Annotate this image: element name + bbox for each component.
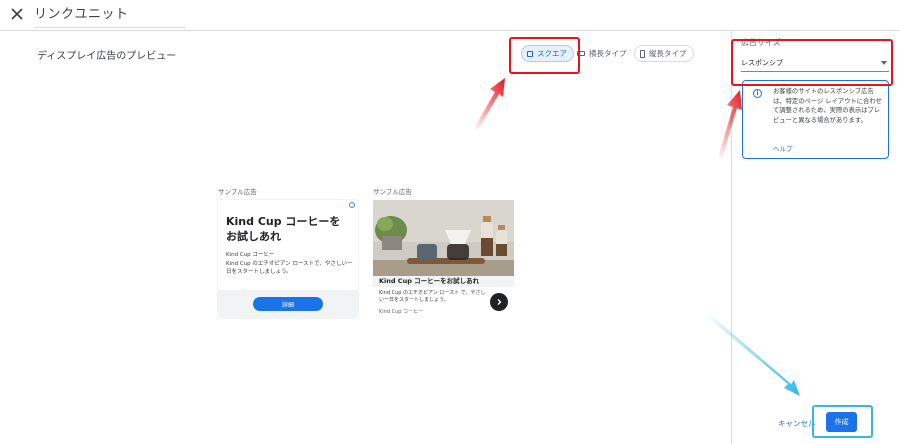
info-text: お客様のサイトのレスポンシブ広告は、特定のページ レイアウトに合わせて調整される… [773,88,882,124]
ad-details-button[interactable]: 詳細 [253,297,323,311]
arrow-icon [474,78,505,130]
ad-size-value: レスポンシブ [741,59,783,67]
type-vertical-label: 縦長タイプ [649,49,687,58]
create-button[interactable]: 作成 [826,412,857,432]
vertical-rect-icon [640,49,645,58]
ad-footer: 詳細 [218,290,358,318]
type-horizontal-button[interactable]: 横長タイプ [575,45,633,62]
ad-headline: Kind Cup コーヒーをお試しあれ [373,276,514,287]
preview-title: ディスプレイ広告のプレビュー [37,51,177,62]
ad-caption: サンプル広告 [373,188,412,196]
adchoices-icon[interactable]: i [349,202,355,208]
ad-brand: Kind Cup コーヒー [379,309,424,315]
square-icon [527,50,533,57]
cancel-button[interactable]: キャンセル [778,418,816,429]
ad-size-select[interactable]: レスポンシブ [741,54,889,72]
ad-description: Kind Cup のエチオピアン ロースト で、やさしい一日をスタートしましょう… [379,290,486,303]
chevron-right-icon[interactable] [490,293,508,311]
title-field[interactable]: リンクユニット [34,3,186,28]
ad-caption: サンプル広告 [218,188,257,196]
type-horizontal-label: 横長タイプ [589,49,627,58]
close-icon[interactable] [9,6,25,22]
image-ad-preview: Kind Cup コーヒーをお試しあれ Kind Cup のエチオピアン ロース… [373,200,514,318]
type-square-label: スクエア [537,49,567,58]
help-link[interactable]: ヘルプ [773,143,793,153]
ad-brand: Kind Cup コーヒー [226,252,275,258]
ad-size-label: 広告サイズ [741,38,781,47]
ad-description: Kind Cup のエチオピアン ローストで、やさしい一日をスタートしましょう。 [226,261,353,275]
caret-down-icon [881,61,887,65]
header-bar: リンクユニット [0,0,900,31]
coffee-photo [373,200,514,276]
horizontal-rect-icon [577,51,585,56]
square-ad-preview: i Kind Cup コーヒーを お試しあれ Kind Cup コーヒー Kin… [218,200,358,318]
info-icon: i [753,89,762,98]
info-notice: i お客様のサイトのレスポンシブ広告は、特定のページ レイアウトに合わせて調整さ… [742,80,889,159]
page-title: リンクユニット [34,7,129,22]
type-vertical-button[interactable]: 縦長タイプ [634,45,694,62]
ad-headline: Kind Cup コーヒーを お試しあれ [226,215,341,243]
type-square-button[interactable]: スクエア [521,45,574,62]
